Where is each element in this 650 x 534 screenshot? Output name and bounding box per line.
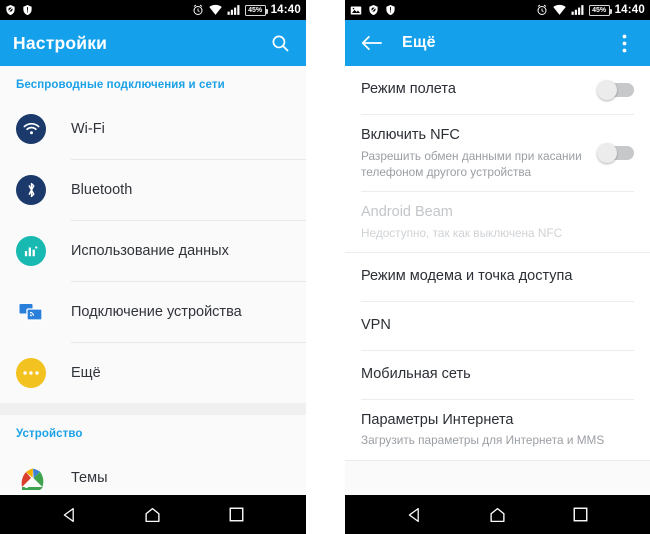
status-bar-left-icons bbox=[350, 4, 396, 16]
shield-icon bbox=[6, 4, 15, 16]
list-empty-space bbox=[345, 460, 650, 495]
status-bar-right-icons: 45% 14:40 bbox=[536, 4, 645, 16]
nav-bar-right bbox=[345, 495, 650, 534]
warning-icon bbox=[23, 4, 32, 16]
sidebar-item-label: Bluetooth bbox=[71, 182, 133, 198]
status-bar-clock: 14:40 bbox=[614, 4, 645, 16]
phone-panel-more: 45% 14:40 Ещё Режим полета Включить NFC … bbox=[345, 0, 650, 534]
list-item-nfc[interactable]: Включить NFC Разрешить обмен данными при… bbox=[345, 115, 650, 192]
sidebar-item-wifi[interactable]: Wi-Fi bbox=[0, 99, 306, 159]
status-bar-clock: 14:40 bbox=[270, 4, 301, 16]
screenshot-stage: 45% 14:40 Настройки Беспроводные подключ… bbox=[0, 0, 650, 534]
section-header-wireless: Беспроводные подключения и сети bbox=[16, 79, 225, 91]
settings-list[interactable]: Беспроводные подключения и сети Wi-Fi Bl… bbox=[0, 66, 306, 495]
list-item-title: Включить NFC bbox=[361, 127, 460, 143]
list-item-airplane-mode[interactable]: Режим полета bbox=[345, 66, 650, 114]
phone-panel-settings: 45% 14:40 Настройки Беспроводные подключ… bbox=[0, 0, 306, 534]
alarm-icon bbox=[537, 4, 547, 15]
list-item-subtitle: Загрузить параметры для Интернета и MMS bbox=[361, 433, 605, 448]
sidebar-item-device-connection[interactable]: Подключение устройства bbox=[0, 282, 306, 342]
signal-icon bbox=[227, 5, 240, 15]
wifi-icon bbox=[208, 4, 222, 15]
battery-icon: 45% bbox=[244, 4, 269, 16]
more-dots-icon bbox=[16, 358, 46, 388]
list-item-tethering[interactable]: Режим модема и точка доступа bbox=[345, 252, 650, 301]
list-item-title: Режим модема и точка доступа bbox=[361, 268, 573, 285]
back-nav-button[interactable] bbox=[55, 500, 85, 530]
section-gap bbox=[0, 403, 306, 415]
home-nav-button[interactable] bbox=[138, 500, 168, 530]
themes-palette-icon bbox=[16, 463, 46, 493]
status-bar-right: 45% 14:40 bbox=[345, 0, 650, 20]
toggle-knob bbox=[597, 80, 617, 100]
sidebar-item-themes[interactable]: Темы bbox=[0, 448, 306, 495]
nav-bar-left bbox=[0, 495, 306, 534]
battery-icon: 45% bbox=[588, 4, 613, 16]
list-item-title: Android Beam bbox=[361, 204, 453, 221]
list-item-android-beam: Android Beam Недоступно, так как выключе… bbox=[345, 192, 650, 252]
recents-nav-button[interactable] bbox=[221, 500, 251, 530]
sidebar-item-bluetooth[interactable]: Bluetooth bbox=[0, 160, 306, 220]
wifi-icon bbox=[16, 114, 46, 144]
list-item-subtitle: Недоступно, так как выключена NFC bbox=[361, 225, 563, 240]
section-header-device: Устройство bbox=[16, 428, 83, 440]
status-bar-left: 45% 14:40 bbox=[0, 0, 306, 20]
airplane-mode-toggle[interactable] bbox=[597, 80, 634, 100]
sidebar-item-label: Темы bbox=[71, 470, 108, 486]
screenshot-icon bbox=[350, 6, 362, 14]
overflow-menu-icon[interactable] bbox=[611, 30, 637, 56]
data-usage-icon bbox=[16, 236, 46, 266]
search-icon[interactable] bbox=[267, 30, 293, 56]
back-nav-button[interactable] bbox=[400, 500, 430, 530]
status-bar-right-icons: 45% 14:40 bbox=[192, 4, 301, 16]
home-nav-button[interactable] bbox=[483, 500, 513, 530]
bluetooth-icon bbox=[16, 175, 46, 205]
nfc-toggle[interactable] bbox=[597, 143, 634, 164]
back-arrow-icon[interactable] bbox=[358, 30, 384, 56]
list-item-title: VPN bbox=[361, 317, 391, 334]
warning-icon bbox=[386, 4, 395, 16]
page-title: Настройки bbox=[13, 32, 108, 53]
battery-level-label: 45% bbox=[592, 6, 607, 14]
battery-level-label: 45% bbox=[248, 6, 263, 14]
wifi-icon bbox=[552, 4, 566, 15]
sidebar-item-label: Ещё bbox=[71, 365, 101, 381]
more-settings-list[interactable]: Режим полета Включить NFC Разрешить обме… bbox=[345, 66, 650, 495]
app-bar-more: Ещё bbox=[345, 20, 650, 66]
page-title: Ещё bbox=[402, 34, 436, 51]
device-cast-icon bbox=[16, 297, 46, 327]
recents-nav-button[interactable] bbox=[566, 500, 596, 530]
sidebar-item-label: Подключение устройства bbox=[71, 304, 242, 320]
status-bar-left-icons bbox=[5, 4, 33, 16]
shield-icon bbox=[369, 4, 378, 16]
sidebar-item-label: Wi-Fi bbox=[71, 121, 105, 137]
list-item-vpn[interactable]: VPN bbox=[345, 301, 650, 350]
list-item-mobile-network[interactable]: Мобильная сеть bbox=[345, 350, 650, 399]
sidebar-item-label: Использование данных bbox=[71, 243, 229, 259]
list-item-title: Параметры Интернета bbox=[361, 411, 514, 428]
sidebar-item-more[interactable]: Ещё bbox=[0, 343, 306, 403]
sidebar-item-data-usage[interactable]: Использование данных bbox=[0, 221, 306, 281]
toggle-knob bbox=[597, 143, 617, 164]
list-item-title: Режим полета bbox=[361, 81, 456, 98]
signal-icon bbox=[571, 5, 584, 15]
list-item-title: Мобильная сеть bbox=[361, 366, 471, 383]
list-item-subtitle: Разрешить обмен данными при касании теле… bbox=[361, 148, 582, 179]
app-bar-settings: Настройки bbox=[0, 20, 306, 66]
list-item-internet-settings[interactable]: Параметры Интернета Загрузить параметры … bbox=[345, 399, 650, 460]
alarm-icon bbox=[193, 4, 203, 15]
